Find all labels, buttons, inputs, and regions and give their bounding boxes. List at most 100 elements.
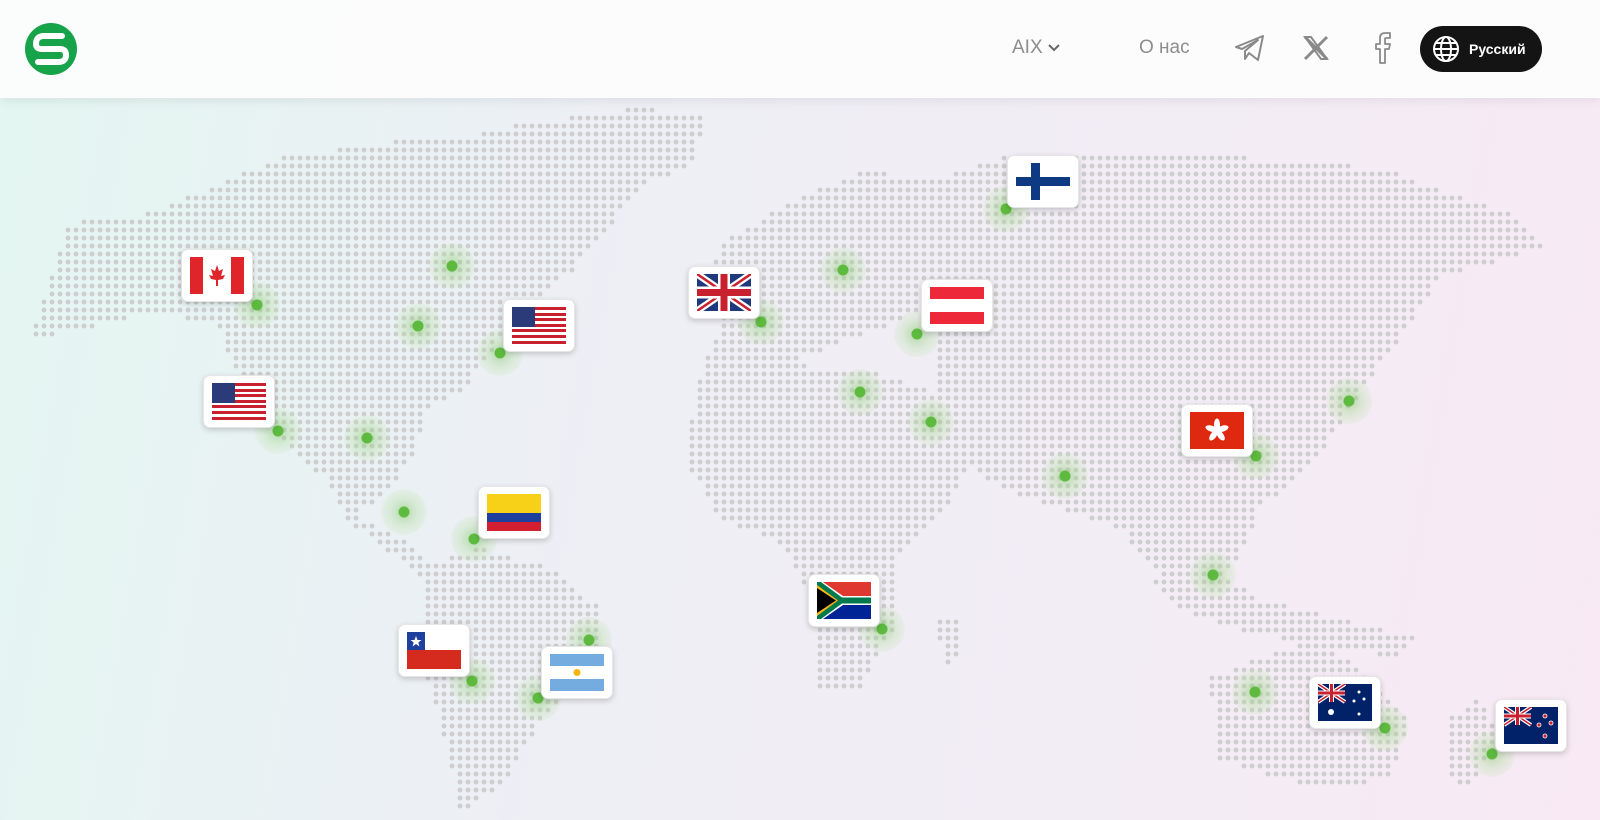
map-dot xyxy=(1241,155,1247,161)
map-dot xyxy=(1105,163,1111,169)
map-dot xyxy=(1033,331,1039,337)
map-dot xyxy=(1153,179,1159,185)
map-dot xyxy=(945,379,951,385)
map-dot xyxy=(681,115,687,121)
map-dot xyxy=(1449,259,1455,265)
map-dot xyxy=(929,203,935,209)
map-dot xyxy=(1001,443,1007,449)
map-dot xyxy=(1265,315,1271,321)
map-dot xyxy=(417,227,423,233)
x-icon[interactable] xyxy=(1298,30,1334,66)
map-dot xyxy=(1201,371,1207,377)
map-dot xyxy=(1177,363,1183,369)
map-dot xyxy=(321,227,327,233)
map-dot xyxy=(345,259,351,265)
map-dot xyxy=(905,219,911,225)
map-dot xyxy=(953,171,959,177)
map-dot xyxy=(1321,387,1327,393)
map-dot xyxy=(281,379,287,385)
map-dot xyxy=(1089,419,1095,425)
map-dot xyxy=(545,259,551,265)
map-dot xyxy=(1289,451,1295,457)
map-dot xyxy=(1281,315,1287,321)
map-dot xyxy=(217,307,223,313)
map-dot xyxy=(1465,203,1471,209)
map-dot xyxy=(113,267,119,273)
map-dot xyxy=(1121,355,1127,361)
nav-aix-dropdown[interactable]: AIX xyxy=(1012,37,1061,59)
map-dot xyxy=(1409,203,1415,209)
map-dot xyxy=(1153,411,1159,417)
map-dot xyxy=(1073,427,1079,433)
telegram-icon[interactable] xyxy=(1232,30,1268,66)
map-dot xyxy=(1129,299,1135,305)
map-dot xyxy=(889,243,895,249)
map-dot xyxy=(777,403,783,409)
map-dot xyxy=(1249,259,1255,265)
map-dot xyxy=(1049,363,1055,369)
map-dot xyxy=(761,451,767,457)
map-dot xyxy=(377,259,383,265)
map-dot xyxy=(801,347,807,353)
map-dot xyxy=(729,427,735,433)
map-dot xyxy=(329,355,335,361)
map-dot xyxy=(129,275,135,281)
map-dot xyxy=(313,275,319,281)
map-dot xyxy=(617,131,623,137)
map-dot xyxy=(305,235,311,241)
map-dot xyxy=(609,147,615,153)
map-dot xyxy=(1393,315,1399,321)
map-dot xyxy=(929,243,935,249)
map-dot xyxy=(1129,187,1135,193)
map-dot xyxy=(705,411,711,417)
logo-icon[interactable] xyxy=(22,20,80,78)
map-dot xyxy=(1401,187,1407,193)
map-dot xyxy=(865,283,871,289)
map-dot xyxy=(377,155,383,161)
map-dot xyxy=(153,219,159,225)
map-dot xyxy=(1337,211,1343,217)
map-dot xyxy=(1017,435,1023,441)
top-navbar: AIX О нас Русский xyxy=(0,0,1600,98)
map-dot xyxy=(369,307,375,313)
nav-about-link[interactable]: О нас xyxy=(1139,37,1190,59)
map-dot xyxy=(425,155,431,161)
map-dot xyxy=(185,243,191,249)
map-dot xyxy=(793,315,799,321)
map-dot xyxy=(1025,451,1031,457)
map-dot xyxy=(1369,195,1375,201)
map-dot xyxy=(1233,355,1239,361)
map-dot xyxy=(409,355,415,361)
map-dot xyxy=(545,275,551,281)
map-dot xyxy=(1233,163,1239,169)
map-dot xyxy=(329,171,335,177)
map-dot xyxy=(529,291,535,297)
map-dot xyxy=(1129,315,1135,321)
map-dot xyxy=(1385,299,1391,305)
map-dot xyxy=(921,267,927,273)
map-dot xyxy=(241,339,247,345)
map-dot xyxy=(985,419,991,425)
map-dot xyxy=(417,419,423,425)
map-dot xyxy=(569,219,575,225)
map-dot xyxy=(1321,419,1327,425)
facebook-icon[interactable] xyxy=(1366,30,1402,66)
map-dot xyxy=(1457,227,1463,233)
map-dot xyxy=(1337,339,1343,345)
map-dot xyxy=(425,363,431,369)
map-dot xyxy=(1017,259,1023,265)
map-dot xyxy=(1257,387,1263,393)
map-dot xyxy=(281,371,287,377)
language-button[interactable]: Русский xyxy=(1420,26,1542,72)
map-dot xyxy=(1065,347,1071,353)
map-dot xyxy=(1297,427,1303,433)
map-dot xyxy=(897,443,903,449)
map-dot xyxy=(233,211,239,217)
map-dot xyxy=(993,435,999,441)
map-dot xyxy=(593,139,599,145)
map-dot xyxy=(369,251,375,257)
map-dot xyxy=(777,211,783,217)
map-dot xyxy=(1337,371,1343,377)
map-dot xyxy=(1153,163,1159,169)
map-dot xyxy=(473,283,479,289)
